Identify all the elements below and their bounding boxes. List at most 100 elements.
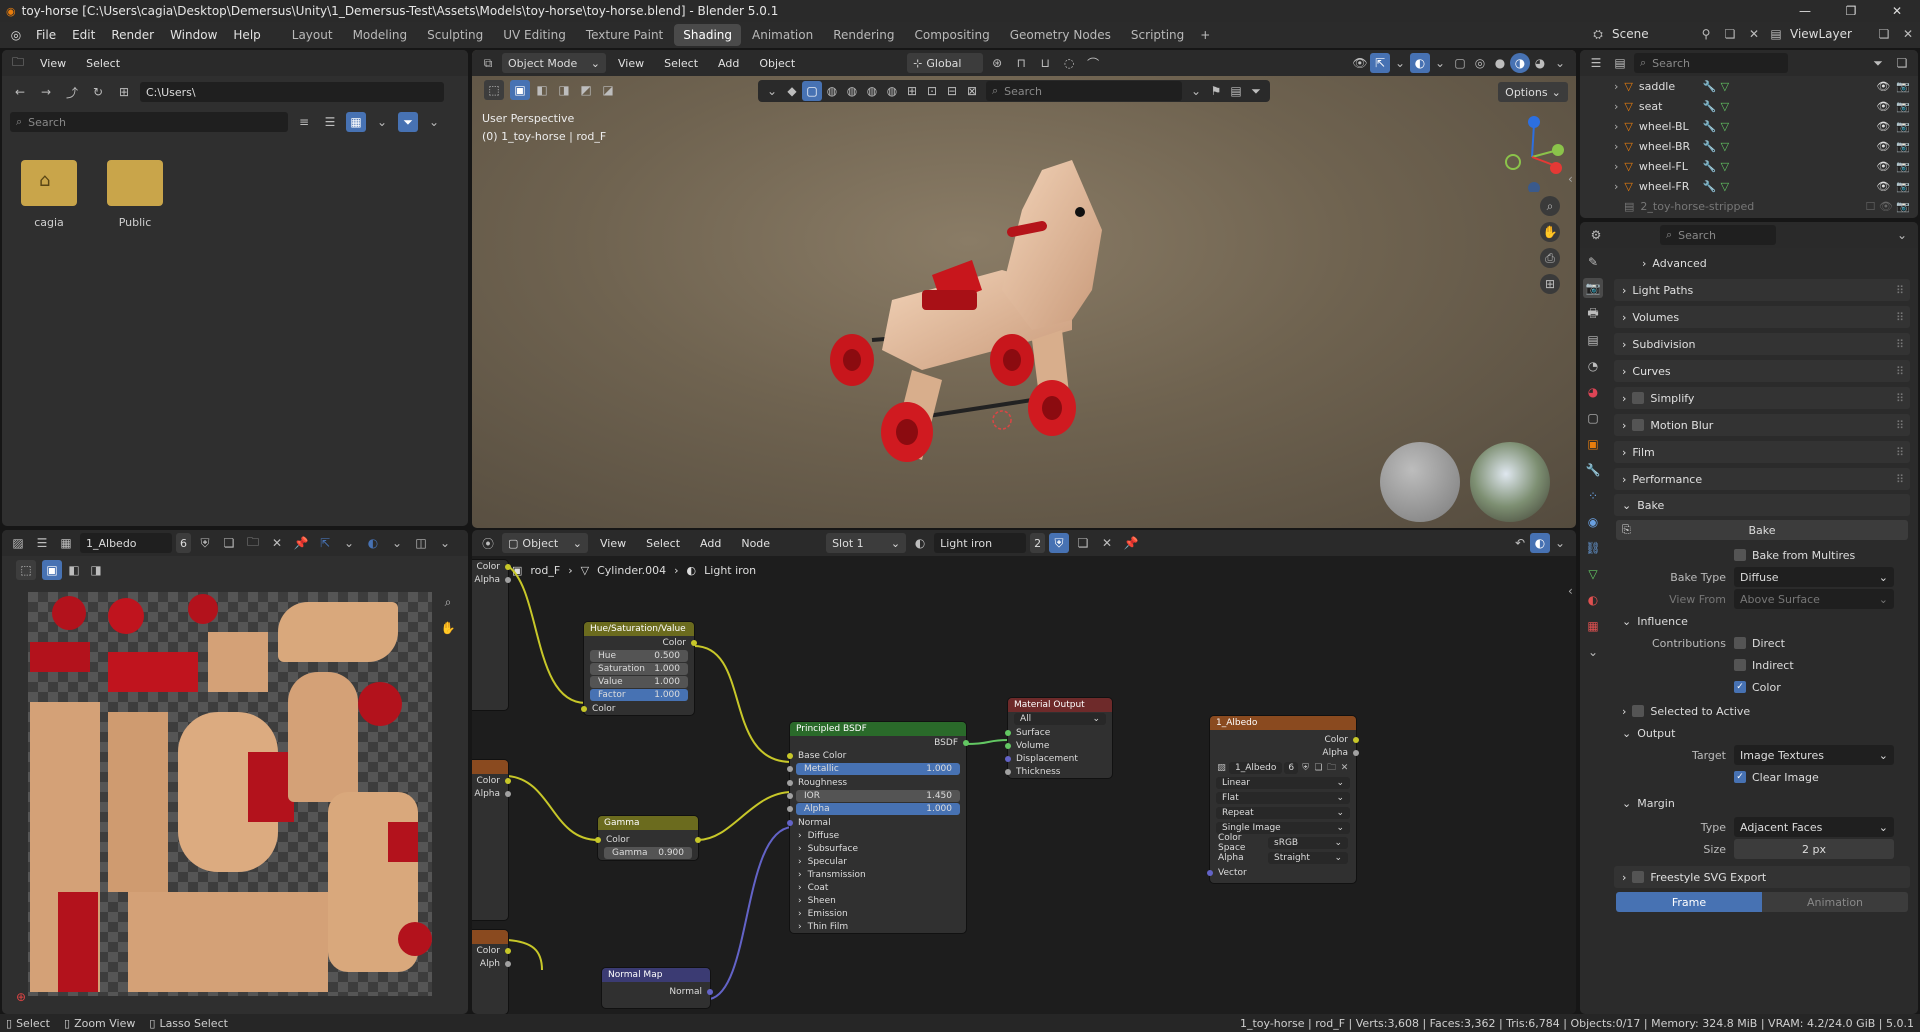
render-tab-icon[interactable]: 📷: [1583, 278, 1603, 298]
falloff-icon[interactable]: ⌒: [1083, 53, 1103, 73]
close-button[interactable]: ✕: [1874, 0, 1920, 22]
margin-type-select[interactable]: Adjacent Faces ⌄: [1734, 817, 1894, 837]
alpha-mode-select[interactable]: Straight ⌄: [1268, 851, 1348, 864]
node-hue-saturation-value[interactable]: Hue/Saturation/Value Color Hue 0.500 Satu…: [581, 622, 697, 715]
parent-dir-icon[interactable]: ⤴: [62, 82, 82, 102]
mesh-data-icon[interactable]: ▽: [1721, 120, 1729, 133]
wireframe-shading-icon[interactable]: ◎: [1470, 53, 1490, 73]
editor-type-icon[interactable]: 🗀: [8, 53, 28, 73]
target-select[interactable]: Image Textures ⌄: [1734, 745, 1894, 765]
particles-tab-icon[interactable]: ⁘: [1583, 486, 1603, 506]
display-channels-icon[interactable]: ◫: [411, 533, 431, 553]
frame-tab[interactable]: Frame: [1616, 892, 1762, 912]
curve-filter-icon[interactable]: ◍: [822, 81, 842, 101]
field-alpha[interactable]: Alpha 1.000: [787, 803, 960, 815]
simplify-checkbox[interactable]: [1632, 392, 1645, 404]
expand-arrow-icon[interactable]: ›: [1614, 100, 1618, 113]
camera-view-icon[interactable]: ⎙: [1540, 248, 1560, 268]
material-shading-icon[interactable]: ◑: [1510, 53, 1530, 73]
expand-icon[interactable]: ⌄: [1186, 81, 1206, 101]
freestyle-svg-section[interactable]: › Freestyle SVG Export: [1614, 866, 1910, 888]
filter-icon[interactable]: ⏷: [1868, 53, 1888, 73]
lattice-filter-icon[interactable]: ⊠: [962, 81, 982, 101]
contributions-color[interactable]: ✓ Color: [1606, 676, 1918, 698]
menu-file[interactable]: File: [28, 24, 64, 46]
node-partial-top[interactable]: Color Alpha: [472, 560, 511, 710]
bake-section-header[interactable]: ⌄ Bake: [1614, 494, 1910, 516]
drag-handle-icon[interactable]: ⠿: [1896, 392, 1904, 405]
animation-tab[interactable]: Animation: [1762, 892, 1908, 912]
expand-arrow-icon[interactable]: ›: [1614, 140, 1618, 153]
clear-image-row[interactable]: ✓ Clear Image: [1606, 766, 1918, 788]
mesh-data-icon[interactable]: ▽: [1721, 160, 1729, 173]
advanced-subpanel[interactable]: › Advanced: [1606, 252, 1918, 274]
properties-type-icon[interactable]: ⚙: [1586, 225, 1606, 245]
thumbnails-icon[interactable]: ▦: [346, 112, 366, 132]
field-ior[interactable]: IOR 1.450: [787, 790, 960, 802]
scene-selector[interactable]: ⛭ Scene ⚲ ❏ ✕: [1588, 24, 1764, 44]
image-menu-icon[interactable]: ☰: [32, 533, 52, 553]
collection-tab-icon[interactable]: ▢: [1583, 408, 1603, 428]
overlay-dropdown-icon[interactable]: ⌄: [387, 533, 407, 553]
overlay-icon[interactable]: ◐: [363, 533, 383, 553]
transform-orientation[interactable]: ⊹ Global: [907, 53, 984, 73]
image-browse-icon[interactable]: ▨: [1216, 762, 1227, 774]
modifier-icon[interactable]: 🔧: [1703, 160, 1717, 173]
section-motion-blur[interactable]: › Motion Blur ⠿: [1614, 414, 1910, 436]
open-image-icon[interactable]: 🗀: [243, 533, 263, 553]
outliner-item-wheel-bl[interactable]: › ▽ wheel-BL 🔧 ▽ 👁 📷: [1580, 116, 1918, 136]
visibility-eye-icon[interactable]: 👁: [1876, 180, 1890, 193]
section-subdivision[interactable]: › Subdivision ⠿: [1614, 333, 1910, 355]
select-invert-icon[interactable]: ◩: [576, 80, 596, 100]
cursor-2d-icon[interactable]: ⊕: [16, 990, 26, 1004]
modifier-icon[interactable]: 🔧: [1703, 140, 1717, 153]
bsdf-subpanel-sheen[interactable]: › Sheen: [790, 894, 966, 907]
folder-cagia[interactable]: ⌂ cagia: [14, 160, 84, 229]
zoom-icon[interactable]: ⌕: [438, 592, 458, 612]
chevron-down-icon[interactable]: ⌄: [372, 112, 392, 132]
mesh-data-icon[interactable]: ▽: [1721, 180, 1729, 193]
outliner-item-wheel-fl[interactable]: › ▽ wheel-FL 🔧 ▽ 👁 📷: [1580, 156, 1918, 176]
drag-handle-icon[interactable]: ⠿: [1896, 473, 1904, 486]
section-curves[interactable]: › Curves ⠿: [1614, 360, 1910, 382]
mesh-data-icon[interactable]: ▽: [1721, 100, 1729, 113]
image-editor-type-icon[interactable]: ▨: [8, 533, 28, 553]
viewport-menu-object[interactable]: Object: [751, 52, 803, 74]
field-metallic[interactable]: Metallic 1.000: [787, 763, 960, 775]
refresh-icon[interactable]: ↻: [88, 82, 108, 102]
workspace-tab-rendering[interactable]: Rendering: [824, 24, 903, 46]
select-tool-icon[interactable]: ⬚: [16, 560, 36, 580]
expand-arrow-icon[interactable]: ›: [1614, 180, 1618, 193]
node-principled-bsdf[interactable]: Principled BSDF BSDF Base Color Metallic…: [787, 722, 969, 933]
unlink-image-icon[interactable]: ✕: [267, 533, 287, 553]
workspace-tab-scripting[interactable]: Scripting: [1122, 24, 1193, 46]
modifier-tab-icon[interactable]: 🔧: [1583, 460, 1603, 480]
bsdf-subpanel-diffuse[interactable]: › Diffuse: [790, 829, 966, 842]
field-hue[interactable]: Hue 0.500: [590, 650, 688, 662]
path-field[interactable]: C:\Users\: [140, 82, 444, 102]
new-scene-icon[interactable]: ❏: [1720, 24, 1740, 44]
freestyle-checkbox[interactable]: [1632, 871, 1645, 883]
workspace-tab-animation[interactable]: Animation: [743, 24, 822, 46]
field-gamma[interactable]: Gamma 0.900: [604, 847, 692, 859]
field-value[interactable]: Value 1.000: [590, 676, 688, 688]
workspace-tab-geometry-nodes[interactable]: Geometry Nodes: [1001, 24, 1120, 46]
menu-render[interactable]: Render: [103, 24, 162, 46]
minimize-button[interactable]: —: [1782, 0, 1828, 22]
gizmo-icon[interactable]: ⇱: [1370, 53, 1390, 73]
output-target-select[interactable]: All ⌄: [1014, 713, 1106, 725]
new-image-icon[interactable]: ❏: [219, 533, 239, 553]
output-subpanel[interactable]: ⌄ Output: [1606, 722, 1918, 744]
bsdf-subpanel-specular[interactable]: › Specular: [790, 855, 966, 868]
surface-filter-icon[interactable]: ◍: [842, 81, 862, 101]
mesh-filter-icon[interactable]: ▢: [802, 81, 822, 101]
pivot-icon[interactable]: ⊛: [987, 53, 1007, 73]
outliner-item-saddle[interactable]: › ▽ saddle 🔧 ▽ 👁 📷: [1580, 76, 1918, 96]
bake-from-multires[interactable]: Bake from Multires: [1606, 544, 1918, 566]
render-camera-icon[interactable]: 📷: [1896, 120, 1910, 133]
color-checkbox[interactable]: ✓: [1734, 681, 1746, 693]
modifier-icon[interactable]: 🔧: [1703, 180, 1717, 193]
options-button[interactable]: Options ⌄: [1498, 82, 1568, 102]
delete-scene-icon[interactable]: ✕: [1744, 24, 1764, 44]
bsdf-subpanel-thin-film[interactable]: › Thin Film: [790, 920, 966, 933]
